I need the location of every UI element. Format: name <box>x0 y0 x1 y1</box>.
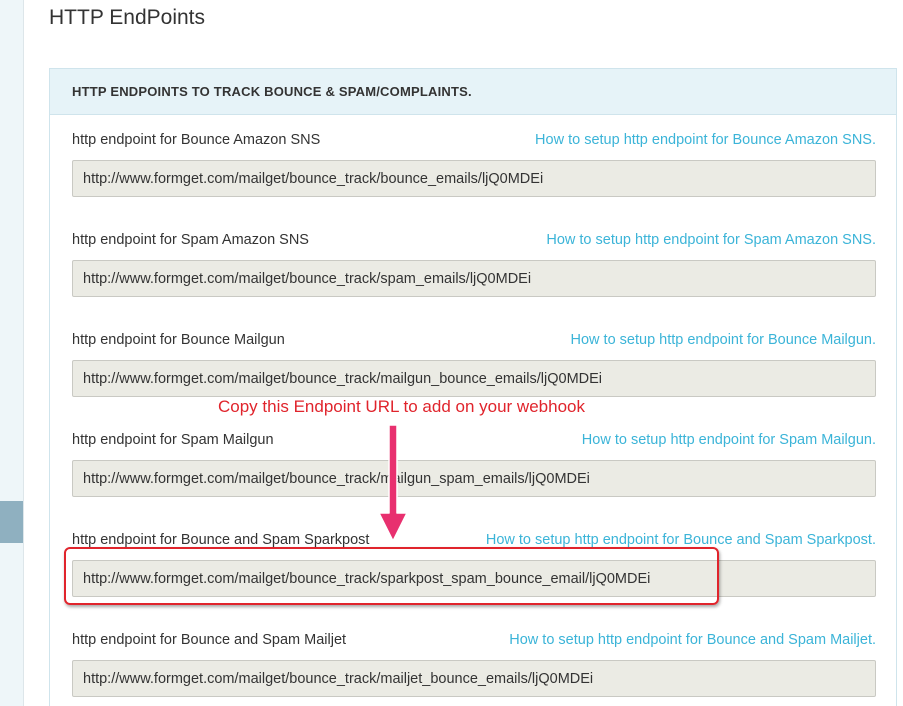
left-sidebar-strip <box>0 0 24 706</box>
annotation-callout-text: Copy this Endpoint URL to add on your we… <box>218 397 585 416</box>
sidebar-toggle-tab[interactable] <box>0 501 23 543</box>
endpoint-label: http endpoint for Bounce Amazon SNS <box>72 132 321 148</box>
setup-help-link[interactable]: How to setup http endpoint for Bounce Am… <box>535 132 876 148</box>
panel-header-title: HTTP ENDPOINTS TO TRACK BOUNCE & SPAM/CO… <box>72 84 472 99</box>
setup-help-link[interactable]: How to setup http endpoint for Bounce an… <box>509 632 876 648</box>
endpoint-label: http endpoint for Spam Amazon SNS <box>72 232 309 248</box>
setup-help-link[interactable]: How to setup http endpoint for Bounce an… <box>486 532 876 548</box>
endpoint-url-field[interactable] <box>72 260 876 297</box>
endpoint-label: http endpoint for Bounce and Spam Mailje… <box>72 632 347 648</box>
setup-help-link[interactable]: How to setup http endpoint for Bounce Ma… <box>571 332 877 348</box>
endpoint-url-field[interactable] <box>72 460 876 497</box>
setup-help-link[interactable]: How to setup http endpoint for Spam Amaz… <box>546 232 876 248</box>
endpoint-bounce-spam-mailjet: http endpoint for Bounce and Spam Mailje… <box>72 632 876 697</box>
endpoint-url-field[interactable] <box>72 560 876 597</box>
endpoint-label: http endpoint for Bounce Mailgun <box>72 332 285 348</box>
endpoint-bounce-mailgun: http endpoint for Bounce Mailgun How to … <box>72 332 876 397</box>
endpoint-spam-amazon-sns: http endpoint for Spam Amazon SNS How to… <box>72 232 876 297</box>
endpoints-panel: HTTP ENDPOINTS TO TRACK BOUNCE & SPAM/CO… <box>49 68 897 706</box>
endpoint-label: http endpoint for Bounce and Spam Sparkp… <box>72 532 370 548</box>
endpoint-bounce-amazon-sns: http endpoint for Bounce Amazon SNS How … <box>72 132 876 197</box>
panel-header: HTTP ENDPOINTS TO TRACK BOUNCE & SPAM/CO… <box>50 69 896 115</box>
endpoint-bounce-spam-sparkpost: http endpoint for Bounce and Spam Sparkp… <box>72 532 876 597</box>
endpoint-url-field[interactable] <box>72 360 876 397</box>
page-title: HTTP EndPoints <box>49 6 206 29</box>
endpoint-url-field[interactable] <box>72 660 876 697</box>
endpoint-spam-mailgun: http endpoint for Spam Mailgun How to se… <box>72 432 876 497</box>
endpoint-url-field[interactable] <box>72 160 876 197</box>
endpoint-label: http endpoint for Spam Mailgun <box>72 432 274 448</box>
setup-help-link[interactable]: How to setup http endpoint for Spam Mail… <box>582 432 876 448</box>
